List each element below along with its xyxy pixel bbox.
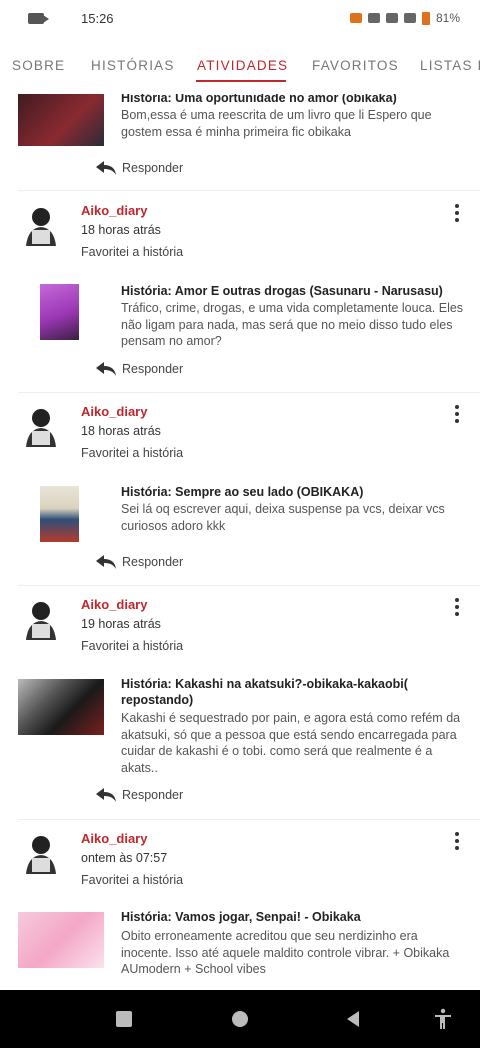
reply-button[interactable]: Responder [96,552,183,572]
story-description: Sei lá oq escrever aqui, deixa suspense … [121,502,445,533]
story-title[interactable]: História: Uma oportunidade no amor (obik… [121,94,466,106]
more-options-icon[interactable] [452,405,464,425]
story-title[interactable]: História: Amor E outras drogas (Sasunaru… [121,283,466,299]
reply-label: Responder [122,161,184,175]
activity-action: Favoritei a história [81,873,184,887]
tab-atividades[interactable]: ATIVIDADES [197,58,288,73]
story-cover-image[interactable] [18,679,104,735]
battery-icon [421,11,430,25]
story-description: Kakashi é sequestrado por pain, e agora … [121,711,461,775]
cast-icon [349,13,362,23]
story-cover-image[interactable] [40,486,79,542]
reply-icon [96,788,116,802]
reply-label: Responder [122,788,184,802]
username[interactable]: Aiko_diary [81,203,147,218]
username[interactable]: Aiko_diary [81,597,147,612]
recent-apps-button[interactable] [113,1008,135,1030]
story-cover-image[interactable] [18,94,104,146]
activity-time: 19 horas atrás [81,617,161,631]
user-avatar[interactable] [18,596,64,642]
story-cover-image[interactable] [40,284,79,340]
story-description: Bom,essa é uma reescrita de um livro que… [121,108,432,139]
story-title[interactable]: História: Sempre ao seu lado (OBIKAKA) [121,484,466,500]
activity-feed[interactable]: História: Uma oportunidade no amor (obik… [0,94,480,990]
back-button[interactable] [343,1008,365,1030]
system-navigation-bar [0,990,480,1048]
reply-button[interactable]: Responder [96,785,183,805]
more-options-icon[interactable] [452,598,464,618]
home-button[interactable] [229,1008,251,1030]
more-options-icon[interactable] [452,204,464,224]
status-bar: 15:26 81% [0,0,480,36]
user-avatar[interactable] [18,403,64,449]
reply-button[interactable]: Responder [96,359,183,379]
activity-action: Favoritei a história [81,245,184,259]
tab-historias[interactable]: HISTÓRIAS [91,58,175,73]
tab-favoritos[interactable]: FAVORITOS [312,58,399,73]
activity-action: Favoritei a história [81,446,184,460]
signal-icon [403,13,416,23]
reply-label: Responder [122,555,184,569]
wifi-icon [385,13,398,23]
user-avatar[interactable] [18,202,64,248]
divider [18,585,480,586]
story-description: Obito erroneamente acreditou que seu ner… [121,929,450,976]
divider [18,819,480,820]
profile-tabs: SOBRE HISTÓRIAS ATIVIDADES FAVORITOS LIS… [0,36,480,94]
screen-record-icon [28,12,49,24]
story-title[interactable]: História: Vamos jogar, Senpai! - Obikaka [121,909,466,925]
tab-listas[interactable]: LISTAS D [420,58,480,73]
story-title[interactable]: História: Kakashi na akatsuki?-obikaka-k… [121,676,466,708]
reply-icon [96,555,116,569]
active-tab-indicator [196,80,286,82]
user-avatar[interactable] [18,830,64,876]
accessibility-button[interactable] [432,1008,454,1030]
story-description: Tráfico, crime, drogas, e uma vida compl… [121,301,464,348]
vibrate-icon [367,13,380,23]
battery-level: 81% [435,11,460,25]
reply-button[interactable]: Responder [96,158,183,178]
activity-time: 18 horas atrás [81,424,161,438]
more-options-icon[interactable] [452,832,464,852]
story-cover-image[interactable] [18,912,104,968]
divider [18,190,480,191]
divider [18,392,480,393]
activity-action: Favoritei a história [81,639,184,653]
username[interactable]: Aiko_diary [81,404,147,419]
tab-sobre[interactable]: SOBRE [12,58,65,73]
username[interactable]: Aiko_diary [81,831,147,846]
reply-icon [96,362,116,376]
reply-icon [96,161,116,175]
reply-label: Responder [122,362,184,376]
activity-time: 18 horas atrás [81,223,161,237]
status-time: 15:26 [81,10,114,26]
activity-time: ontem às 07:57 [81,851,168,865]
